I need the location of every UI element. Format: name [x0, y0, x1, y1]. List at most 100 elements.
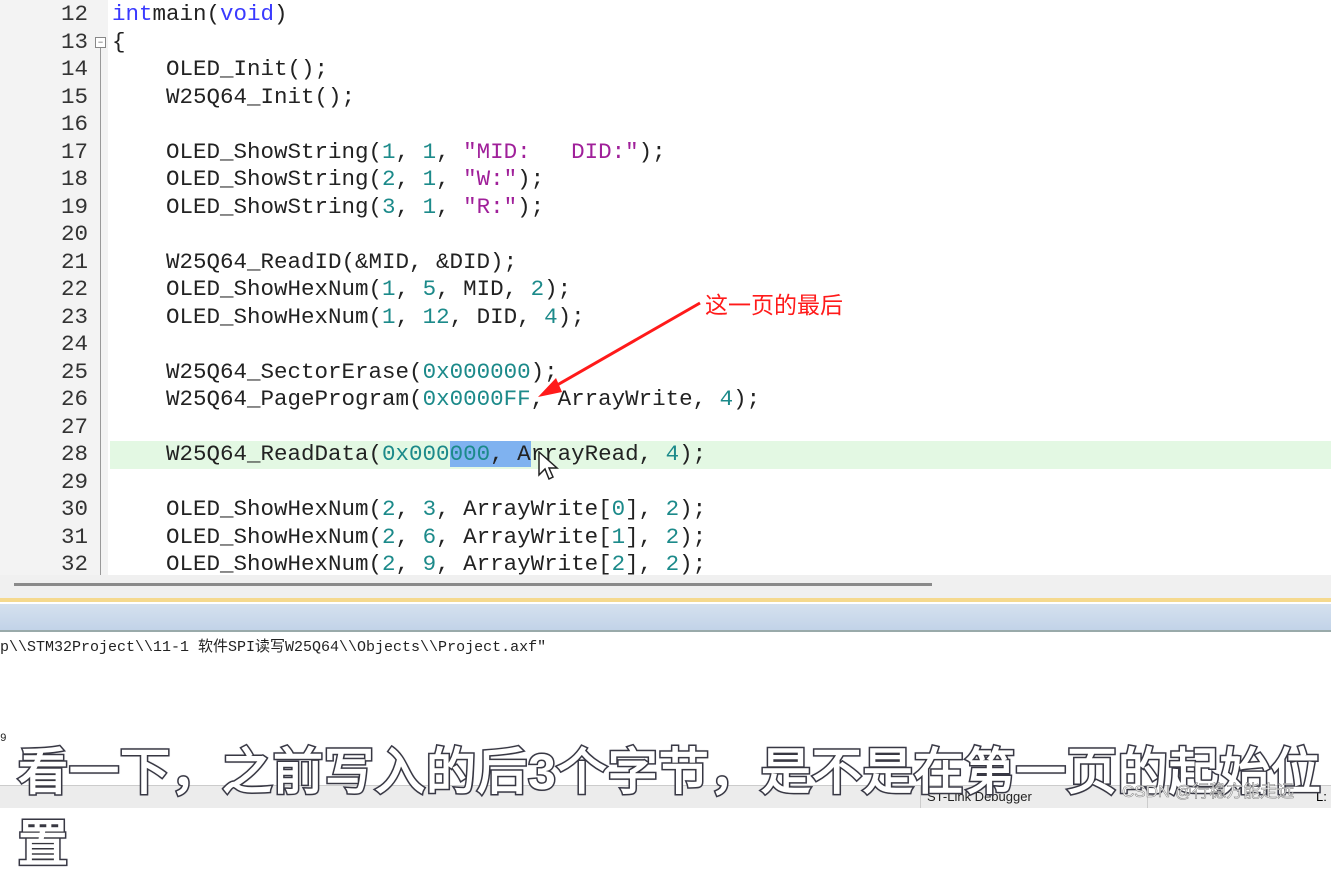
output-line: 9 [0, 733, 7, 745]
code-token: , [395, 166, 423, 192]
code-token: ); [733, 386, 761, 412]
code-token: { [112, 28, 126, 55]
line-number: 26 [60, 386, 88, 412]
code-token: , [395, 551, 423, 575]
fold-collapse-icon[interactable]: − [95, 37, 106, 48]
code-line[interactable]: 15 W25Q64_Init(); [0, 84, 1331, 112]
line-number: 24 [60, 331, 88, 357]
code-line[interactable]: 23 OLED_ShowHexNum(1, 12, DID, 4); [0, 304, 1331, 332]
code-line[interactable]: 3 0 OLED_ShowHexNum(2, 3, ArrayWrite[0], … [0, 496, 1331, 524]
code-line[interactable]: 18 OLED_ShowString(2, 1, "W:"); [0, 166, 1331, 194]
code-token: 0 [611, 496, 626, 522]
code-token: , ArrayWrite, [530, 386, 720, 412]
code-line[interactable]: 32 OLED_ShowHexNum(2, 9, ArrayWrite[2], … [0, 551, 1331, 575]
code-token: W25Q64_ReadData( [112, 441, 383, 467]
code-text: OLED_ShowHexNum(2, 3, ArrayWrite[0], 2); [112, 496, 706, 524]
line-number: 25 [60, 358, 88, 385]
video-subtitle: 看一下，之前写入的后3个字节，是不是在第一页的起始位置 [17, 743, 1323, 874]
code-token: OLED_ShowHexNum( [112, 303, 383, 330]
code-line[interactable]: 16 [0, 111, 1331, 139]
line-number: 22 [60, 276, 88, 302]
code-line[interactable]: 12 intmain(void) [0, 1, 1331, 29]
code-token: 5 [422, 276, 437, 302]
code-token: OLED_ShowString( [112, 138, 383, 165]
code-token: 0x000 [382, 441, 450, 467]
code-token: ); [679, 496, 707, 522]
scrollbar-thumb[interactable] [14, 583, 932, 586]
code-token: , DID, [449, 303, 545, 330]
code-token: 2 [665, 551, 680, 575]
line-number: 16 [60, 111, 88, 137]
code-token: OLED_ShowHexNum( [112, 276, 383, 302]
code-token: ); [557, 303, 585, 330]
line-number: 17 [60, 138, 88, 165]
code-line[interactable]: 27 [0, 414, 1331, 442]
code-line[interactable]: 22 OLED_ShowHexNum(1, 5, MID, 2); [0, 276, 1331, 304]
line-number: 32 [60, 551, 88, 575]
code-line[interactable]: 17 OLED_ShowString(1, 1, "MID: DID:"); [0, 139, 1331, 167]
code-token: 2 [665, 496, 680, 522]
code-token: , ArrayWrite[ [436, 523, 612, 550]
code-line[interactable]: 14 OLED_Init(); [0, 56, 1331, 84]
code-line[interactable]: 13 { [0, 29, 1331, 57]
code-token: 1 [422, 193, 437, 220]
code-token: 1 [382, 138, 396, 165]
code-token: 2 [382, 166, 396, 192]
code-line[interactable]: 19 OLED_ShowString(3, 1, "R:"); [0, 194, 1331, 222]
mouse-cursor-icon [538, 451, 559, 481]
code-token: 2 [382, 496, 396, 522]
code-token: , [436, 193, 464, 220]
code-token: OLED_ShowHexNum( [112, 496, 383, 522]
code-token: 4 [719, 386, 734, 412]
code-token: ); [517, 193, 545, 220]
code-text: W25Q64_SectorErase(0x000000); [112, 359, 558, 387]
line-number: 31 [60, 523, 88, 550]
code-token: 2 [665, 523, 680, 550]
line-number: 28 [60, 441, 88, 467]
code-token: ); [638, 138, 666, 165]
code-line[interactable]: 29 [0, 469, 1331, 497]
panel-splitter[interactable] [0, 598, 1331, 602]
code-token: main( [152, 1, 221, 27]
line-number: 15 [60, 83, 88, 110]
code-token: , MID, [436, 276, 531, 302]
code-line[interactable]: 31 OLED_ShowHexNum(2, 6, ArrayWrite[1], … [0, 524, 1331, 552]
code-token: 4 [544, 303, 558, 330]
code-token: , [395, 138, 423, 165]
code-token: 2 [382, 551, 396, 575]
code-token: 2 [611, 551, 626, 575]
code-line[interactable]: 24 [0, 331, 1331, 359]
code-token: ); [679, 523, 707, 550]
code-editor[interactable]: 12 intmain(void) 13{14 OLED_Init(); 15 W25Q… [0, 0, 1331, 575]
line-number: 13 [60, 28, 88, 55]
code-token: W25Q64_PageProgram( [112, 386, 423, 412]
code-token: int [112, 1, 153, 27]
code-token: , [436, 166, 464, 192]
code-line[interactable]: 25 W25Q64_SectorErase(0x000000); [0, 359, 1331, 387]
code-token: 1 [422, 166, 437, 192]
code-line[interactable]: 26 W25Q64_PageProgram(0x0000FF, ArrayWri… [0, 386, 1331, 414]
code-token: 6 [422, 523, 437, 550]
code-token: , ArrayWrite[ [436, 551, 612, 575]
code-line[interactable]: 21 W25Q64_ReadID(&MID, &DID); [0, 249, 1331, 277]
code-line[interactable]: 20 [0, 221, 1331, 249]
code-text: OLED_ShowHexNum(2, 6, ArrayWrite[1], 2); [112, 524, 706, 552]
code-line-current[interactable]: 28 W25Q64_ReadData(0x000000, ArrayRead, … [0, 441, 1331, 469]
code-token: , [436, 138, 464, 165]
code-token: 3 [382, 193, 396, 220]
code-text: W25Q64_ReadData(0x000000, ArrayRead, 4); [112, 441, 706, 469]
code-text: W25Q64_ReadID(&MID, &DID); [112, 249, 517, 277]
code-text: { [112, 29, 126, 57]
code-token: 9 [422, 551, 437, 575]
code-token: OLED_ShowString( [112, 166, 383, 192]
code-token: , [395, 276, 423, 302]
horizontal-scrollbar[interactable] [0, 575, 1331, 600]
code-token: 1 [382, 303, 396, 330]
code-text: OLED_ShowHexNum(2, 9, ArrayWrite[2], 2); [112, 551, 706, 575]
line-number: 27 [60, 413, 88, 440]
code-token: 3 [422, 496, 437, 522]
code-token: ); [679, 551, 707, 575]
code-token: 0x000000 [422, 358, 531, 385]
annotation-label: 这一页的最后 [705, 292, 843, 318]
code-token: void [220, 1, 275, 27]
